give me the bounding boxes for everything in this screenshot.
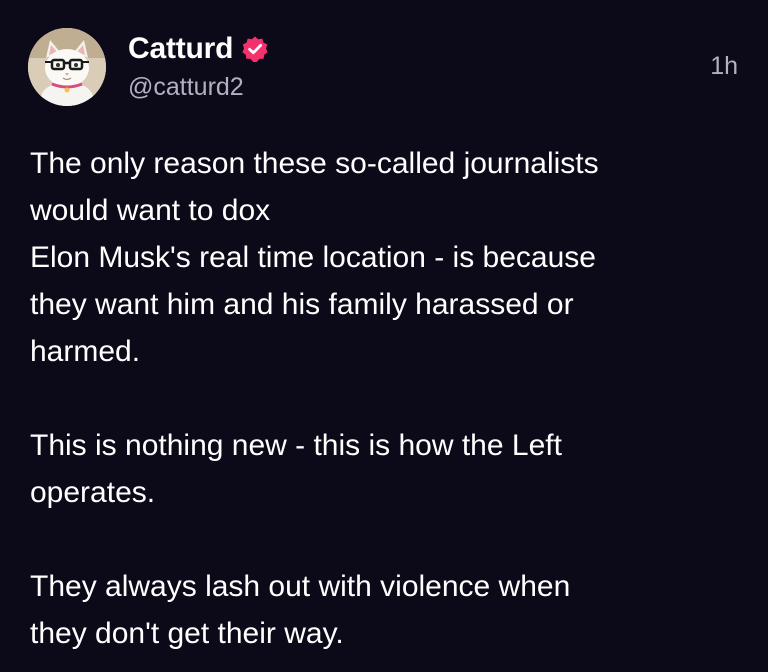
author-display-name[interactable]: Catturd (128, 30, 233, 68)
post-text-line: The only reason these so-called journali… (30, 147, 599, 180)
cat-avatar-icon (28, 28, 106, 106)
post-text-line: they want him and his family harassed or (30, 288, 574, 321)
post-text-line: they don't get their way. (30, 617, 344, 650)
post-text-line: They always lash out with violence when (30, 570, 571, 603)
post-text-line: operates. (30, 476, 156, 509)
avatar[interactable] (28, 28, 106, 106)
post-text-line: This is nothing new - this is how the Le… (30, 429, 562, 462)
post-paragraph: They always lash out with violence when … (30, 563, 750, 657)
post-card: Catturd @catturd2 1h The only reason the… (0, 0, 768, 672)
post-timestamp[interactable]: 1h (710, 50, 738, 82)
author-name-row[interactable]: Catturd (128, 30, 269, 68)
post-text-line: would want to dox (30, 194, 271, 227)
post-text-line: harmed. (30, 335, 141, 368)
author-handle[interactable]: @catturd2 (128, 71, 244, 103)
post-text-line: Elon Musk's real time location - is beca… (30, 241, 596, 274)
post-body: The only reason these so-called journali… (30, 140, 750, 657)
post-paragraph: This is nothing new - this is how the Le… (30, 422, 750, 516)
post-paragraph: The only reason these so-called journali… (30, 140, 750, 375)
verified-badge-icon (241, 35, 269, 63)
